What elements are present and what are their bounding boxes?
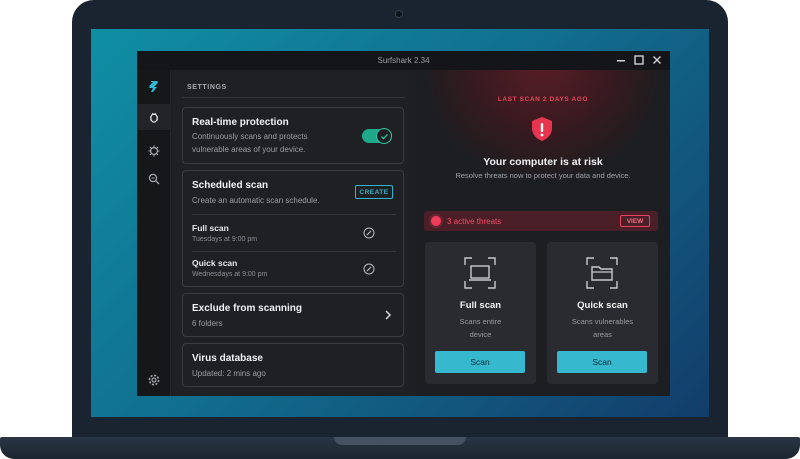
webcam [395,10,403,18]
minimize-icon [617,60,625,62]
row-divider [192,214,396,215]
quick-scan-desc-line2: areas [593,330,612,339]
sidebar-item-antivirus[interactable] [137,104,171,130]
full-scan-schedule-name: Full scan [192,223,229,233]
full-scan-card: Full scan Scans entire device Scan [425,242,536,384]
sidebar [137,70,171,396]
full-scan-title: Full scan [459,300,502,311]
view-threats-button[interactable]: VIEW [620,215,650,227]
realtime-toggle[interactable] [362,128,392,144]
close-icon [653,56,661,64]
full-scan-schedule-time: Tuesdays at 9:00 pm [192,236,258,243]
create-schedule-button[interactable]: CREATE [355,185,393,199]
antivirus-bug-icon [150,113,158,123]
quick-scan-title: Quick scan [577,300,628,311]
full-scan-desc-line2: device [469,330,492,339]
chevron-right-icon [385,310,392,320]
scheduled-title: Scheduled scan [192,180,269,191]
scheduled-desc: Create an automatic scan schedule. [192,196,320,205]
realtime-desc-2: vulnerable areas of your device. [192,145,306,154]
quick-scan-schedule-name: Quick scan [192,258,238,268]
settings-header: SETTINGS [187,84,227,91]
quick-scan-desc: Scans vulnerables areas [561,315,644,341]
edit-icon[interactable] [363,227,375,239]
quick-scan-card: Quick scan Scans vulnerables areas Scan [547,242,658,384]
sidebar-item-settings[interactable] [146,372,162,388]
title-bar: Surfshark 2.34 [137,51,670,70]
last-scan-label: LAST SCAN 2 DAYS AGO [497,96,589,103]
app-window: Surfshark 2.34 SETTINGS Real-time protec… [137,51,670,396]
window-title: Surfshark 2.34 [377,56,430,65]
settings-panel: SETTINGS Real-time protection Continuous… [172,70,415,396]
quick-scan-button[interactable]: Scan [557,351,647,373]
risk-title: Your computer is at risk [483,156,603,168]
quick-scan-desc-line1: Scans vulnerables [571,317,634,326]
full-scan-button[interactable]: Scan [435,351,525,373]
checkmark-icon [380,133,388,140]
realtime-desc-1: Continuously scans and protects [192,132,308,141]
alert-dot-icon [431,216,441,226]
header-divider [182,97,405,98]
risk-subtitle: Resolve threats now to protect your data… [455,171,631,180]
database-desc: Updated: 2 mins ago [192,369,266,378]
minimize-button[interactable] [614,53,628,67]
scheduled-scan-card: Scheduled scan Create an automatic scan … [182,170,404,287]
full-scan-desc: Scans entire device [439,315,522,341]
search-icon [148,173,160,185]
sidebar-item-search[interactable] [146,171,162,187]
active-threats-bar: 3 active threats VIEW [424,211,658,231]
full-scan-desc-line1: Scans entire [459,317,502,326]
laptop-scan-icon [464,257,496,289]
virus-database-card: Virus database Updated: 2 mins ago [182,343,404,387]
database-title: Virus database [192,353,263,364]
shield-warning-icon [532,117,552,141]
maximize-button[interactable] [632,53,646,67]
virus-icon [148,145,160,157]
folder-scan-icon [586,257,618,289]
close-button[interactable] [650,53,664,67]
surfshark-logo-icon[interactable] [146,78,162,94]
maximize-icon [634,55,644,65]
sidebar-item-threats[interactable] [146,143,162,159]
quick-scan-schedule-time: Wednesdays at 9:00 pm [192,271,268,278]
settings-gear-icon [148,374,160,386]
edit-icon[interactable] [363,263,375,275]
realtime-title: Real-time protection [192,117,289,128]
row-divider [192,251,396,252]
exclude-title: Exclude from scanning [192,303,303,314]
window-controls [614,53,664,67]
realtime-protection-card: Real-time protection Continuously scans … [182,107,404,164]
exclude-scanning-card[interactable]: Exclude from scanning 6 folders [182,293,404,337]
exclude-desc: 6 folders [192,319,223,328]
toggle-knob [376,128,392,144]
scan-status-panel: LAST SCAN 2 DAYS AGO Your computer is at… [416,70,670,396]
active-threats-text: 3 active threats [447,216,502,226]
laptop-base-notch [334,437,466,445]
